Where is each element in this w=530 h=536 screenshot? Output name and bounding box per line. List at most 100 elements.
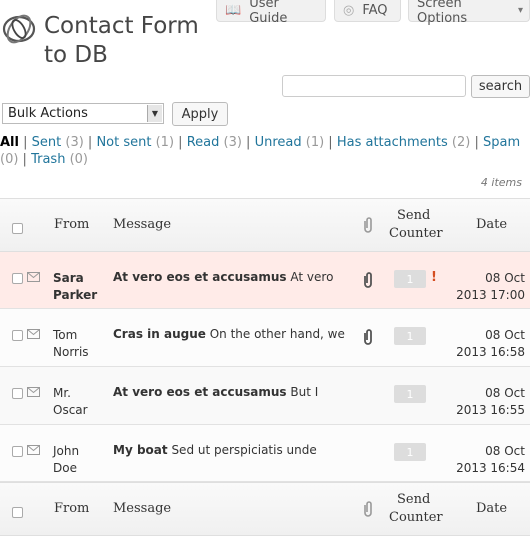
screen-options-button[interactable]: Screen Options ▾ [408,0,530,26]
row-checkbox[interactable] [12,330,23,341]
send-counter-badge: 1 [394,385,426,403]
from-line2: Parker [53,288,98,302]
message-excerpt: Sed ut perspiciatis unde [171,443,317,457]
filter-unread[interactable]: Unread [255,135,302,150]
swirl-logo-icon [2,14,36,44]
apply-button[interactable]: Apply [172,102,228,126]
date-line1: 08 Oct [485,271,525,285]
date-line2: 2013 16:55 [456,403,525,417]
items-count: 4 items [480,176,522,189]
row-message[interactable]: Cras in augue On the other hand, we [113,327,353,341]
filter-all[interactable]: All [0,135,19,150]
table-row[interactable]: Tom Norris Cras in augue On the other hand… [0,309,530,367]
envelope-icon [27,445,40,455]
lifebuoy-icon: ◎ [343,3,355,18]
row-from[interactable]: Tom Norris [53,327,108,361]
bulk-actions-value: Bulk Actions [8,106,88,121]
column-send-counter-line2[interactable]: Counter [389,226,443,241]
user-guide-label: User Guide [249,0,288,26]
filter-count: (0) [0,152,19,167]
row-checkbox[interactable] [12,446,23,457]
send-counter-badge: 1 [394,270,426,288]
row-from[interactable]: Mr. Oscar [53,385,108,419]
faq-button[interactable]: ◎ FAQ [334,0,401,22]
row-message[interactable]: At vero eos et accusamus But I [113,385,353,399]
filter-sent[interactable]: Sent [32,135,62,150]
paperclip-icon [364,501,372,517]
column-send-counter-footer-line2[interactable]: Counter [389,510,443,525]
envelope-icon [27,329,40,339]
search-button[interactable]: search [471,75,530,98]
row-date: 08 Oct 2013 17:00 [440,270,525,304]
column-send-counter-footer[interactable]: Send [397,492,430,507]
filter-count: (3) [65,135,84,150]
row-checkbox[interactable] [12,273,23,284]
column-send-counter[interactable]: Send [397,208,430,223]
filter-separator: | [324,135,337,150]
column-message[interactable]: Message [113,217,171,232]
filter-separator: | [470,135,483,150]
filter-read[interactable]: Read [187,135,220,150]
row-date: 08 Oct 2013 16:55 [440,385,525,419]
date-line2: 2013 16:54 [456,461,525,475]
date-line1: 08 Oct [485,444,525,458]
select-all-checkbox-footer[interactable] [12,507,23,518]
envelope-icon [27,387,40,397]
column-message-footer[interactable]: Message [113,501,171,516]
row-from[interactable]: Sara Parker [53,270,108,304]
filter-not-sent[interactable]: Not sent [96,135,151,150]
from-line1: Tom [53,328,78,342]
from-line2: Doe [53,461,77,475]
paperclip-icon [364,329,372,345]
row-date: 08 Oct 2013 16:58 [440,327,525,361]
paperclip-icon [364,217,372,233]
user-guide-button[interactable]: 📖 User Guide [216,0,326,26]
row-date: 08 Oct 2013 16:54 [440,443,525,477]
paperclip-icon [364,272,372,288]
book-icon: 📖 [225,3,242,18]
message-subject: At vero eos et accusamus [113,385,287,399]
row-message[interactable]: At vero eos et accusamus At vero [113,270,353,284]
row-from[interactable]: John Doe [53,443,108,477]
faq-label: FAQ [362,3,388,18]
send-counter-badge: 1 [394,443,426,461]
filter-trash[interactable]: Trash [31,152,65,167]
envelope-icon [27,272,40,282]
row-checkbox[interactable] [12,388,23,399]
status-filters: All | Sent (3) | Not sent (1) | Read (3)… [0,134,530,168]
table-row[interactable]: Sara Parker At vero eos et accusamus At ve… [0,252,530,309]
column-date-footer[interactable]: Date [476,501,507,516]
filter-count: (1) [305,135,325,150]
search-input[interactable] [282,75,466,97]
message-subject: At vero eos et accusamus [113,270,287,284]
message-subject: My boat [113,443,168,457]
select-all-checkbox[interactable] [12,223,23,234]
table-row[interactable]: Mr. Oscar At vero eos et accusamus But I 10… [0,367,530,425]
message-excerpt: On the other hand, we [209,327,345,341]
filter-spam[interactable]: Spam [483,135,520,150]
row-message[interactable]: My boat Sed ut perspiciatis unde [113,443,353,457]
filter-count: (3) [223,135,242,150]
message-subject: Cras in augue [113,327,206,341]
date-line2: 2013 16:58 [456,345,525,359]
from-line1: John [53,444,80,458]
message-excerpt: But I [290,385,319,399]
screen-options-label: Screen Options [417,0,468,26]
bulk-actions-select[interactable]: Bulk Actions ▼ [2,103,164,124]
from-line1: Mr. [53,386,71,400]
column-date[interactable]: Date [476,217,507,232]
filter-separator: | [241,135,255,150]
filter-count: (2) [451,135,471,150]
table-header: From Message Send Counter Date [0,198,530,252]
column-from-footer[interactable]: From [54,501,89,516]
date-line1: 08 Oct [485,328,525,342]
column-from[interactable]: From [54,217,89,232]
page-title: Contact Form to DB [44,13,199,68]
chevron-down-icon: ▾ [517,5,523,16]
filter-count: (0) [69,152,88,167]
table-row[interactable]: John Doe My boat Sed ut perspiciatis unde 1… [0,425,530,482]
table-footer: From Message Send Counter Date [0,482,530,536]
filter-separator: | [83,135,97,150]
filter-has-attachments[interactable]: Has attachments [337,135,448,150]
filter-separator: | [18,152,32,167]
